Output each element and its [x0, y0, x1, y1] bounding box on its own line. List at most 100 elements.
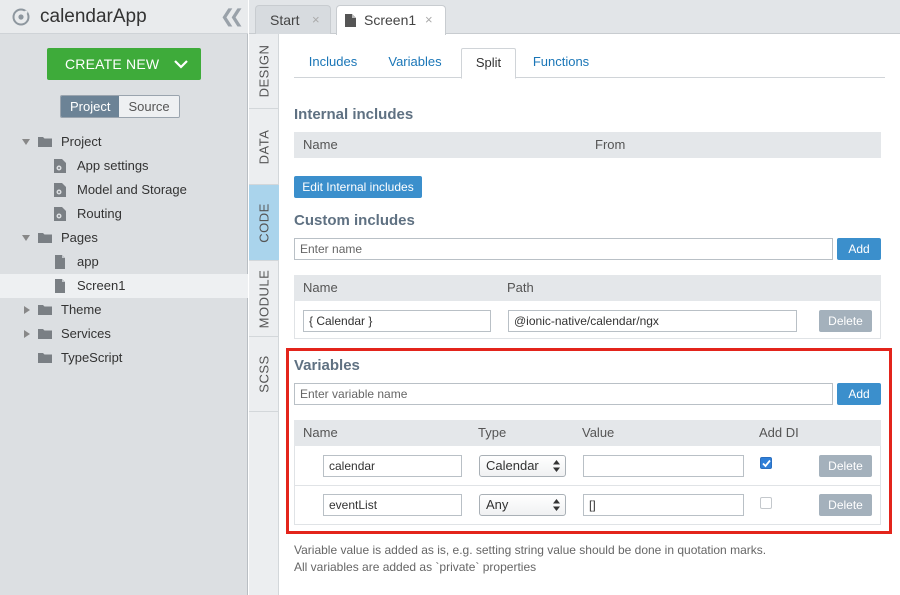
tab-module[interactable]: MODULE — [249, 261, 279, 337]
select-value: Any — [486, 497, 509, 512]
settings-file-icon — [54, 207, 66, 221]
collapse-sidebar-icon[interactable]: ❮❮ — [220, 6, 244, 27]
add-di-checkbox[interactable] — [760, 497, 772, 509]
tab-scss[interactable]: SCSS — [249, 337, 279, 412]
tab-variables[interactable]: Variables — [380, 48, 450, 78]
tree-item-app[interactable]: app — [0, 250, 248, 274]
tree-item-app-settings[interactable]: App settings — [0, 154, 248, 178]
tree-item-services[interactable]: Services — [0, 322, 248, 346]
table-row: Delete — [294, 301, 881, 339]
editor-mode-tabs: DESIGN DATA CODE MODULE SCSS — [249, 34, 279, 595]
tab-data[interactable]: DATA — [249, 109, 279, 185]
delete-include-button[interactable]: Delete — [819, 310, 872, 332]
folder-icon — [38, 353, 52, 363]
create-new-button[interactable]: CREATE NEW — [47, 48, 201, 80]
caret-right-icon[interactable] — [24, 306, 30, 314]
document-tabbar: Start × Screen1 × — [249, 0, 900, 35]
col-name: Name — [303, 280, 338, 295]
delete-variable-button[interactable]: Delete — [819, 455, 872, 477]
create-new-label: CREATE NEW — [65, 56, 160, 72]
select-value: Calendar — [486, 458, 539, 473]
sidebar: calendarApp ❮❮ CREATE NEW Project Source… — [0, 0, 248, 595]
chevron-down-icon[interactable] — [173, 56, 189, 72]
tab-functions[interactable]: Functions — [526, 48, 596, 78]
select-arrows-icon — [553, 499, 560, 511]
tree-label: Pages — [61, 230, 98, 245]
tree-item-pages[interactable]: Pages — [0, 226, 248, 250]
col-name: Name — [303, 425, 338, 440]
app-logo-icon — [12, 8, 30, 26]
tree-item-project[interactable]: Project — [0, 130, 248, 154]
variable-value-field[interactable] — [583, 494, 744, 516]
toggle-project[interactable]: Project — [61, 96, 120, 117]
close-icon[interactable]: × — [312, 12, 320, 27]
col-add-di: Add DI — [759, 425, 799, 440]
tree-item-theme[interactable]: Theme — [0, 298, 248, 322]
tree-label: TypeScript — [61, 350, 123, 365]
app-header: calendarApp ❮❮ — [0, 0, 248, 34]
variable-value-field[interactable] — [583, 455, 744, 477]
include-name-field[interactable] — [303, 310, 491, 332]
page-file-icon — [345, 14, 356, 27]
settings-file-icon — [54, 183, 66, 197]
col-type: Type — [478, 425, 507, 440]
include-path-field[interactable] — [508, 310, 797, 332]
close-icon[interactable]: × — [425, 12, 433, 27]
caret-right-icon[interactable] — [24, 330, 30, 338]
custom-include-name-input[interactable] — [294, 238, 833, 260]
variable-name-field[interactable] — [323, 494, 462, 516]
tab-includes[interactable]: Includes — [298, 48, 368, 78]
internal-includes-header: Name From — [294, 132, 881, 158]
edit-internal-includes-button[interactable]: Edit Internal includes — [294, 176, 422, 198]
add-di-checkbox[interactable] — [760, 457, 772, 469]
add-variable-button[interactable]: Add — [837, 383, 881, 405]
toggle-source[interactable]: Source — [119, 96, 179, 117]
table-row: Calendar Delete — [294, 446, 881, 486]
checkmark-icon — [762, 459, 771, 468]
tree-label: app — [77, 254, 99, 269]
variable-type-select[interactable]: Calendar — [479, 455, 566, 477]
variables-header: Name Type Value Add DI — [294, 420, 881, 446]
variables-note-1: Variable value is added as is, e.g. sett… — [294, 543, 767, 557]
custom-includes-title: Custom includes — [294, 212, 415, 229]
code-sub-tabs: Includes Variables Split Functions — [294, 48, 885, 79]
col-name: Name — [303, 137, 338, 152]
folder-icon — [38, 305, 52, 315]
tree-label: Theme — [61, 302, 102, 317]
tree-label: Project — [61, 134, 102, 149]
tab-screen1[interactable]: Screen1 × — [336, 5, 446, 35]
tree-item-model-storage[interactable]: Model and Storage — [0, 178, 248, 202]
tree-label: Model and Storage — [77, 182, 187, 197]
folder-icon — [38, 329, 52, 339]
tab-split[interactable]: Split — [461, 48, 516, 79]
select-arrows-icon — [553, 460, 560, 472]
variable-type-select[interactable]: Any — [479, 494, 566, 516]
app-title: calendarApp — [40, 6, 147, 27]
page-file-icon — [55, 279, 65, 293]
tab-start[interactable]: Start × — [255, 5, 331, 34]
table-row: Any Delete — [294, 486, 881, 525]
folder-icon — [38, 137, 52, 147]
page-file-icon — [55, 255, 65, 269]
side-tab-label: DATA — [256, 129, 272, 164]
side-tab-label: SCSS — [256, 355, 272, 393]
caret-down-icon[interactable] — [22, 139, 30, 145]
tree-item-screen1[interactable]: Screen1 — [0, 274, 248, 298]
variables-note-2: All variables are added as `private` pro… — [294, 560, 537, 574]
add-custom-include-button[interactable]: Add — [837, 238, 881, 260]
tree-item-routing[interactable]: Routing — [0, 202, 248, 226]
delete-variable-button[interactable]: Delete — [819, 494, 872, 516]
custom-includes-header: Name Path — [294, 275, 881, 301]
tree-label: App settings — [77, 158, 149, 173]
col-path: Path — [507, 280, 534, 295]
side-tab-label: CODE — [256, 202, 272, 243]
tab-code[interactable]: CODE — [249, 185, 279, 261]
variable-name-field[interactable] — [323, 455, 462, 477]
caret-down-icon[interactable] — [22, 235, 30, 241]
side-tab-label: DESIGN — [256, 44, 272, 98]
project-source-toggle: Project Source — [60, 95, 180, 118]
tab-design[interactable]: DESIGN — [249, 34, 279, 109]
tree-item-typescript[interactable]: TypeScript — [0, 346, 248, 370]
variable-name-input[interactable] — [294, 383, 833, 405]
code-panel: Includes Variables Split Functions Inter… — [280, 35, 900, 595]
